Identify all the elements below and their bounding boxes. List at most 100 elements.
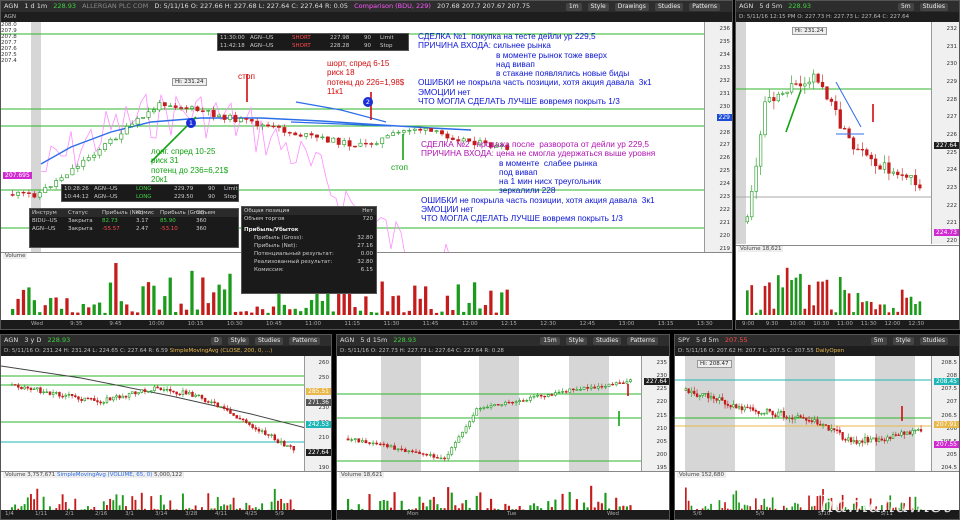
candle-body — [150, 390, 153, 392]
trade-row[interactable]: 10:28:26 AGN--US LONG 229.79 90 Limit — [62, 185, 238, 193]
bl-interval[interactable]: 3 y D — [24, 336, 41, 344]
bl-timeframe[interactable]: D — [211, 337, 222, 345]
candle-body — [707, 393, 710, 399]
main-patterns-button[interactable]: Patterns — [689, 3, 720, 11]
trade-row[interactable]: 11:30:00 AGN--US SHORT 227.98 90 Limit — [218, 34, 408, 42]
candle-body — [235, 415, 239, 419]
volume-bar — [195, 309, 200, 315]
candle-body — [860, 148, 865, 151]
br-price-axis[interactable]: 208.5208207.5207206.5206205.5205204.5 — [931, 356, 959, 471]
price-tick-label: 231 — [946, 43, 958, 50]
volume-bar — [261, 309, 265, 315]
arrow — [785, 89, 802, 133]
candle-body — [788, 417, 791, 420]
bl-patterns-button[interactable]: Patterns — [289, 337, 320, 345]
volume-bar — [790, 279, 793, 315]
tr-price-tag: 227.64 — [934, 142, 959, 149]
candle-body — [140, 389, 144, 393]
bl-studies-button[interactable]: Studies — [254, 337, 284, 345]
tr-timeframe[interactable]: 5m — [897, 3, 914, 11]
candle-body — [407, 450, 411, 453]
candle-body — [445, 133, 450, 139]
candle-body — [621, 382, 625, 384]
tr-interval[interactable]: 5 d 5m — [759, 2, 782, 10]
session-shade — [736, 22, 746, 244]
br-interval[interactable]: 5 d 5m — [696, 336, 719, 344]
main-compare[interactable]: Comparison (BDU, 229) — [354, 2, 431, 10]
candle-body — [156, 386, 159, 389]
candle-body — [229, 409, 232, 414]
volume-bar — [456, 284, 460, 315]
candle-body — [178, 393, 182, 396]
br-studies-button[interactable]: Studies — [919, 337, 948, 345]
candle-body — [821, 424, 825, 426]
bm-interval[interactable]: 5 d 15m — [360, 336, 387, 344]
candle-body — [735, 404, 738, 409]
price-tick-label: 227 — [946, 114, 958, 121]
candle-body — [353, 145, 357, 148]
candle-body — [629, 379, 632, 382]
bm-timeframe[interactable]: 15m — [540, 337, 560, 345]
bm-studies-button[interactable]: Studies — [592, 337, 622, 345]
main-symbol[interactable]: AGN — [4, 2, 18, 10]
bl-price-chart[interactable] — [1, 356, 306, 471]
positions-header-cell[interactable]: Прибыль (Gros) — [160, 209, 204, 217]
time-tick-label: 13:00 — [618, 321, 635, 327]
main-studies-button[interactable]: Studies — [654, 3, 684, 11]
candle-body — [440, 130, 444, 135]
bm-price-axis[interactable]: 235 230 225 220 215 210 205 200 195 — [641, 356, 669, 471]
bm-patterns-button[interactable]: Patterns — [627, 337, 658, 345]
positions-row[interactable]: BIDU--US Закрыта 82.73 3.17 85.90 360 — [30, 217, 238, 225]
positions-header-cell[interactable]: Инструм — [32, 209, 68, 217]
positions-header-cell[interactable]: Статус — [68, 209, 102, 217]
main-drawings-button[interactable]: Drawings — [614, 3, 649, 11]
candle-body — [618, 382, 622, 384]
tr-price-axis[interactable]: 232 231 230 229 228 227 226 225 224 223 222 221 220 — [931, 22, 959, 244]
br-style-button[interactable]: Style — [892, 337, 914, 345]
trade-row[interactable]: 11:42:18 AGN--US SHORT 228.28 90 Stop — [218, 42, 408, 50]
candle-body — [162, 389, 166, 391]
tr-last: 228.93 — [788, 2, 812, 10]
bl-style-button[interactable]: Style — [227, 337, 249, 345]
tr-studies-button[interactable]: Studies — [919, 3, 948, 11]
volume-bar — [418, 298, 422, 315]
main-price-axis[interactable]: 236 235 234 233 232 231 230 229 228 227 226 225 224 2… — [704, 22, 732, 252]
main-style-button[interactable]: Style — [587, 3, 609, 11]
candle-body — [336, 137, 341, 145]
candle-body — [796, 415, 799, 418]
br-timeframe[interactable]: 5m — [870, 337, 887, 345]
positions-header-cell[interactable]: Комис — [136, 209, 160, 217]
candle-body — [172, 390, 175, 393]
candle-body — [847, 437, 850, 441]
trade-type: Limit — [224, 186, 238, 192]
time-tick-label: 3/28 — [185, 511, 198, 517]
bm-price-chart[interactable] — [337, 356, 643, 471]
candle-body — [266, 124, 270, 127]
positions-header-cell[interactable]: Объем — [196, 209, 220, 217]
volume-bar — [119, 301, 123, 315]
volume-bar — [896, 311, 900, 315]
time-tick-label: 10:45 — [266, 321, 282, 327]
main-interval[interactable]: 1 d 1m — [24, 2, 47, 10]
bl-study[interactable]: SimpleMovingAvg (CLOSE, 200, 0, ...) — [170, 348, 273, 354]
br-price-chart[interactable] — [675, 356, 933, 471]
volume-bar — [358, 310, 363, 315]
candle-body — [374, 143, 379, 145]
candle-body — [241, 418, 245, 421]
main-timeframe[interactable]: 1m — [565, 3, 582, 11]
positions-row[interactable]: AGN--US Закрыта -55.57 2.47 -53.10 360 — [30, 225, 238, 233]
candle-body — [342, 140, 347, 145]
volume-bar — [838, 276, 842, 315]
tr-price-chart[interactable] — [736, 22, 933, 244]
trade-row[interactable]: 10:44:12 AGN--US LONG 229.50 90 Stop — [62, 193, 238, 201]
volume-bar — [759, 309, 762, 315]
bm-toolbar: AGN 5 d 15m 228.93 15m Style Studies Pat… — [337, 335, 669, 346]
bm-symbol[interactable]: AGN — [340, 336, 354, 344]
tr-symbol[interactable]: AGN — [739, 2, 753, 10]
positions-header-cell[interactable]: Прибыль (Net) — [102, 209, 143, 217]
br-study[interactable]: DailyOpen — [815, 348, 844, 354]
candle-body — [55, 392, 58, 394]
bl-symbol[interactable]: AGN — [4, 336, 18, 344]
br-symbol[interactable]: SPY — [678, 336, 690, 344]
bm-style-button[interactable]: Style — [565, 337, 587, 345]
